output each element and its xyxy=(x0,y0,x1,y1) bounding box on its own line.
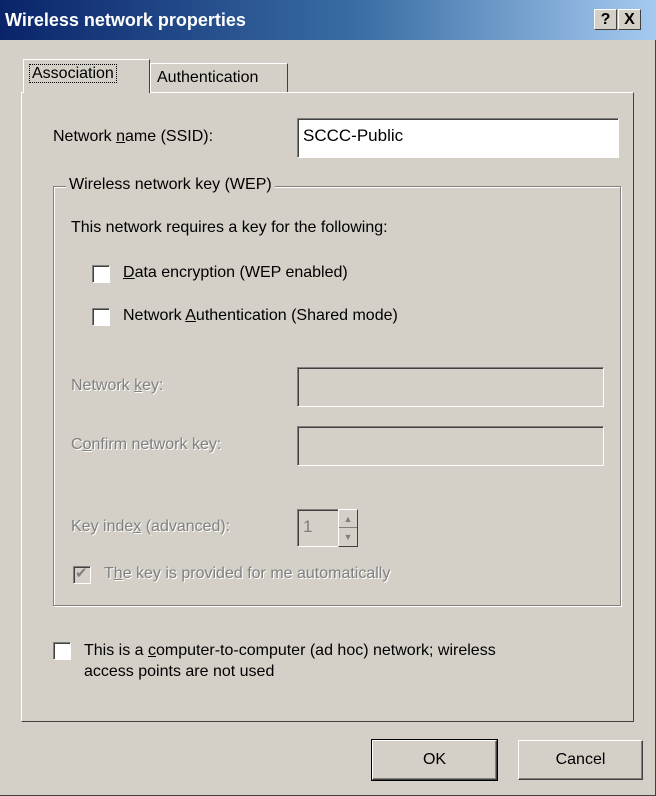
auto-key-label[interactable]: The key is provided for me automatically xyxy=(104,565,390,583)
close-button[interactable]: X xyxy=(618,9,641,30)
tab-association-label: Association xyxy=(29,64,117,83)
window-title: Wireless network properties xyxy=(5,10,246,30)
adhoc-label[interactable]: This is a computer-to-computer (ad hoc) … xyxy=(84,640,496,682)
key-index-spinner[interactable]: ▲ ▼ xyxy=(338,509,358,547)
ssid-input[interactable]: SCCC-Public xyxy=(297,118,619,158)
help-button[interactable]: ? xyxy=(594,9,617,30)
tab-association[interactable]: Association xyxy=(23,59,150,93)
key-index-value: 1 xyxy=(303,517,313,536)
network-authentication-label[interactable]: Network Authentication (Shared mode) xyxy=(123,307,398,325)
data-encryption-label[interactable]: Data encryption (WEP enabled) xyxy=(123,264,348,282)
network-key-input[interactable] xyxy=(297,367,604,407)
ok-button[interactable]: OK xyxy=(371,739,498,781)
tab-authentication[interactable]: Authentication xyxy=(150,63,288,93)
wireless-network-properties-dialog: Wireless network properties ? X Associat… xyxy=(0,0,656,796)
title-bar[interactable]: Wireless network properties xyxy=(0,0,656,40)
data-encryption-checkbox[interactable] xyxy=(92,265,110,283)
adhoc-label-line1: This is a computer-to-computer (ad hoc) … xyxy=(84,642,496,659)
cancel-button[interactable]: Cancel xyxy=(518,740,643,780)
network-authentication-checkbox[interactable] xyxy=(92,308,110,326)
confirm-network-key-input[interactable] xyxy=(297,426,604,466)
ssid-label: Network name (SSID): xyxy=(53,128,214,145)
adhoc-checkbox[interactable] xyxy=(53,642,71,660)
wep-intro-text: This network requires a key for the foll… xyxy=(71,219,388,236)
wep-group-title: Wireless network key (WEP) xyxy=(66,176,275,194)
spin-down-arrow-icon[interactable]: ▼ xyxy=(339,528,357,546)
key-index-label: Key index (advanced): xyxy=(71,518,231,535)
spin-up-arrow-icon[interactable]: ▲ xyxy=(339,510,357,528)
checkmark-icon: ✔ xyxy=(75,565,88,582)
help-icon: ? xyxy=(600,11,611,28)
auto-key-checkbox[interactable]: ✔ xyxy=(73,565,91,584)
tab-authentication-label: Authentication xyxy=(157,69,259,86)
adhoc-label-line2: access points are not used xyxy=(84,663,275,680)
close-icon: X xyxy=(624,11,635,28)
network-key-label: Network key: xyxy=(71,377,164,394)
key-index-input[interactable]: 1 xyxy=(297,509,339,547)
ssid-value: SCCC-Public xyxy=(303,126,404,145)
confirm-network-key-label: Confirm network key: xyxy=(71,436,222,453)
